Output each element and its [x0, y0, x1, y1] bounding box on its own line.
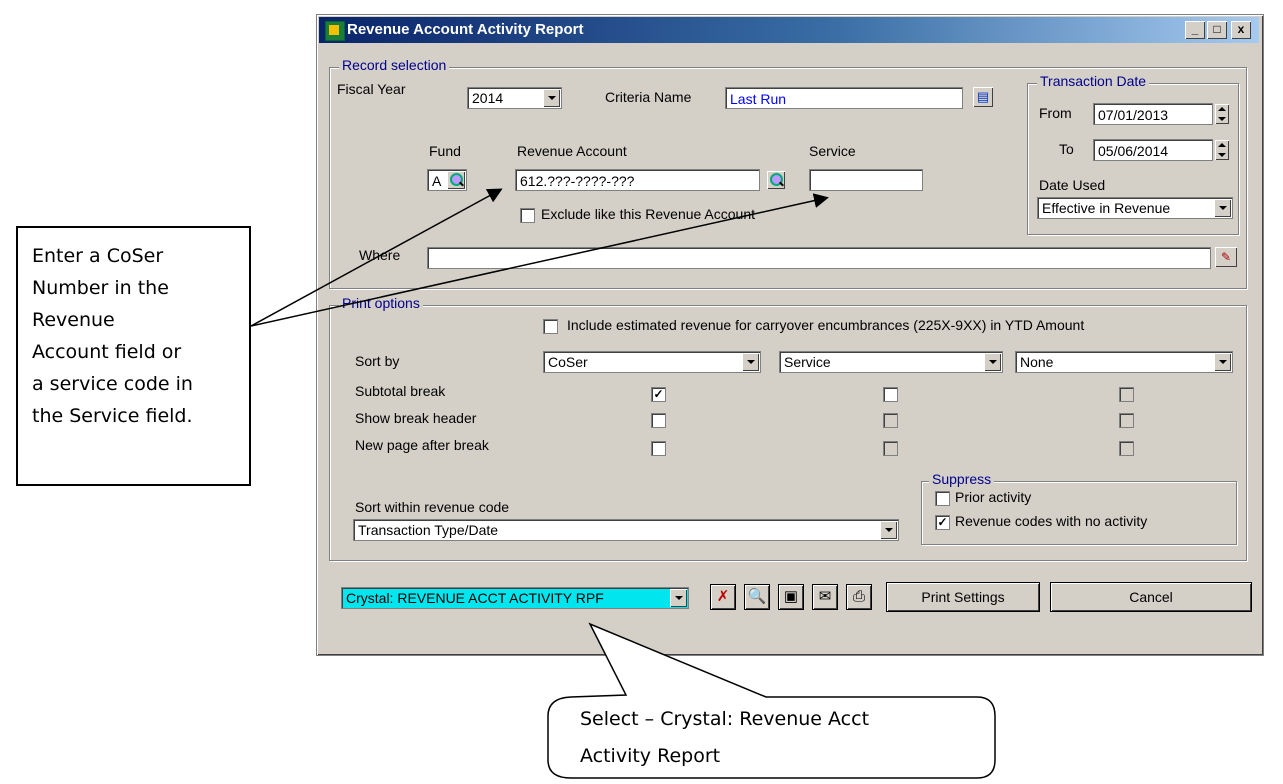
callout-line: Enter a CoSer	[32, 245, 164, 267]
callout-line: Number in the	[32, 277, 169, 299]
bubble-callout-text: Select – Crystal: Revenue Acct Activity …	[580, 701, 940, 775]
instruction-callout: Enter a CoSer Number in the Revenue Acco…	[16, 226, 251, 486]
callout-line: Account field or	[32, 341, 182, 363]
callout-line: the Service field.	[32, 405, 193, 427]
bubble-line: Activity Report	[580, 745, 721, 767]
bubble-line: Select – Crystal: Revenue Acct	[580, 708, 870, 730]
callout-line: Revenue	[32, 309, 115, 331]
callout-line: a service code in	[32, 373, 193, 395]
